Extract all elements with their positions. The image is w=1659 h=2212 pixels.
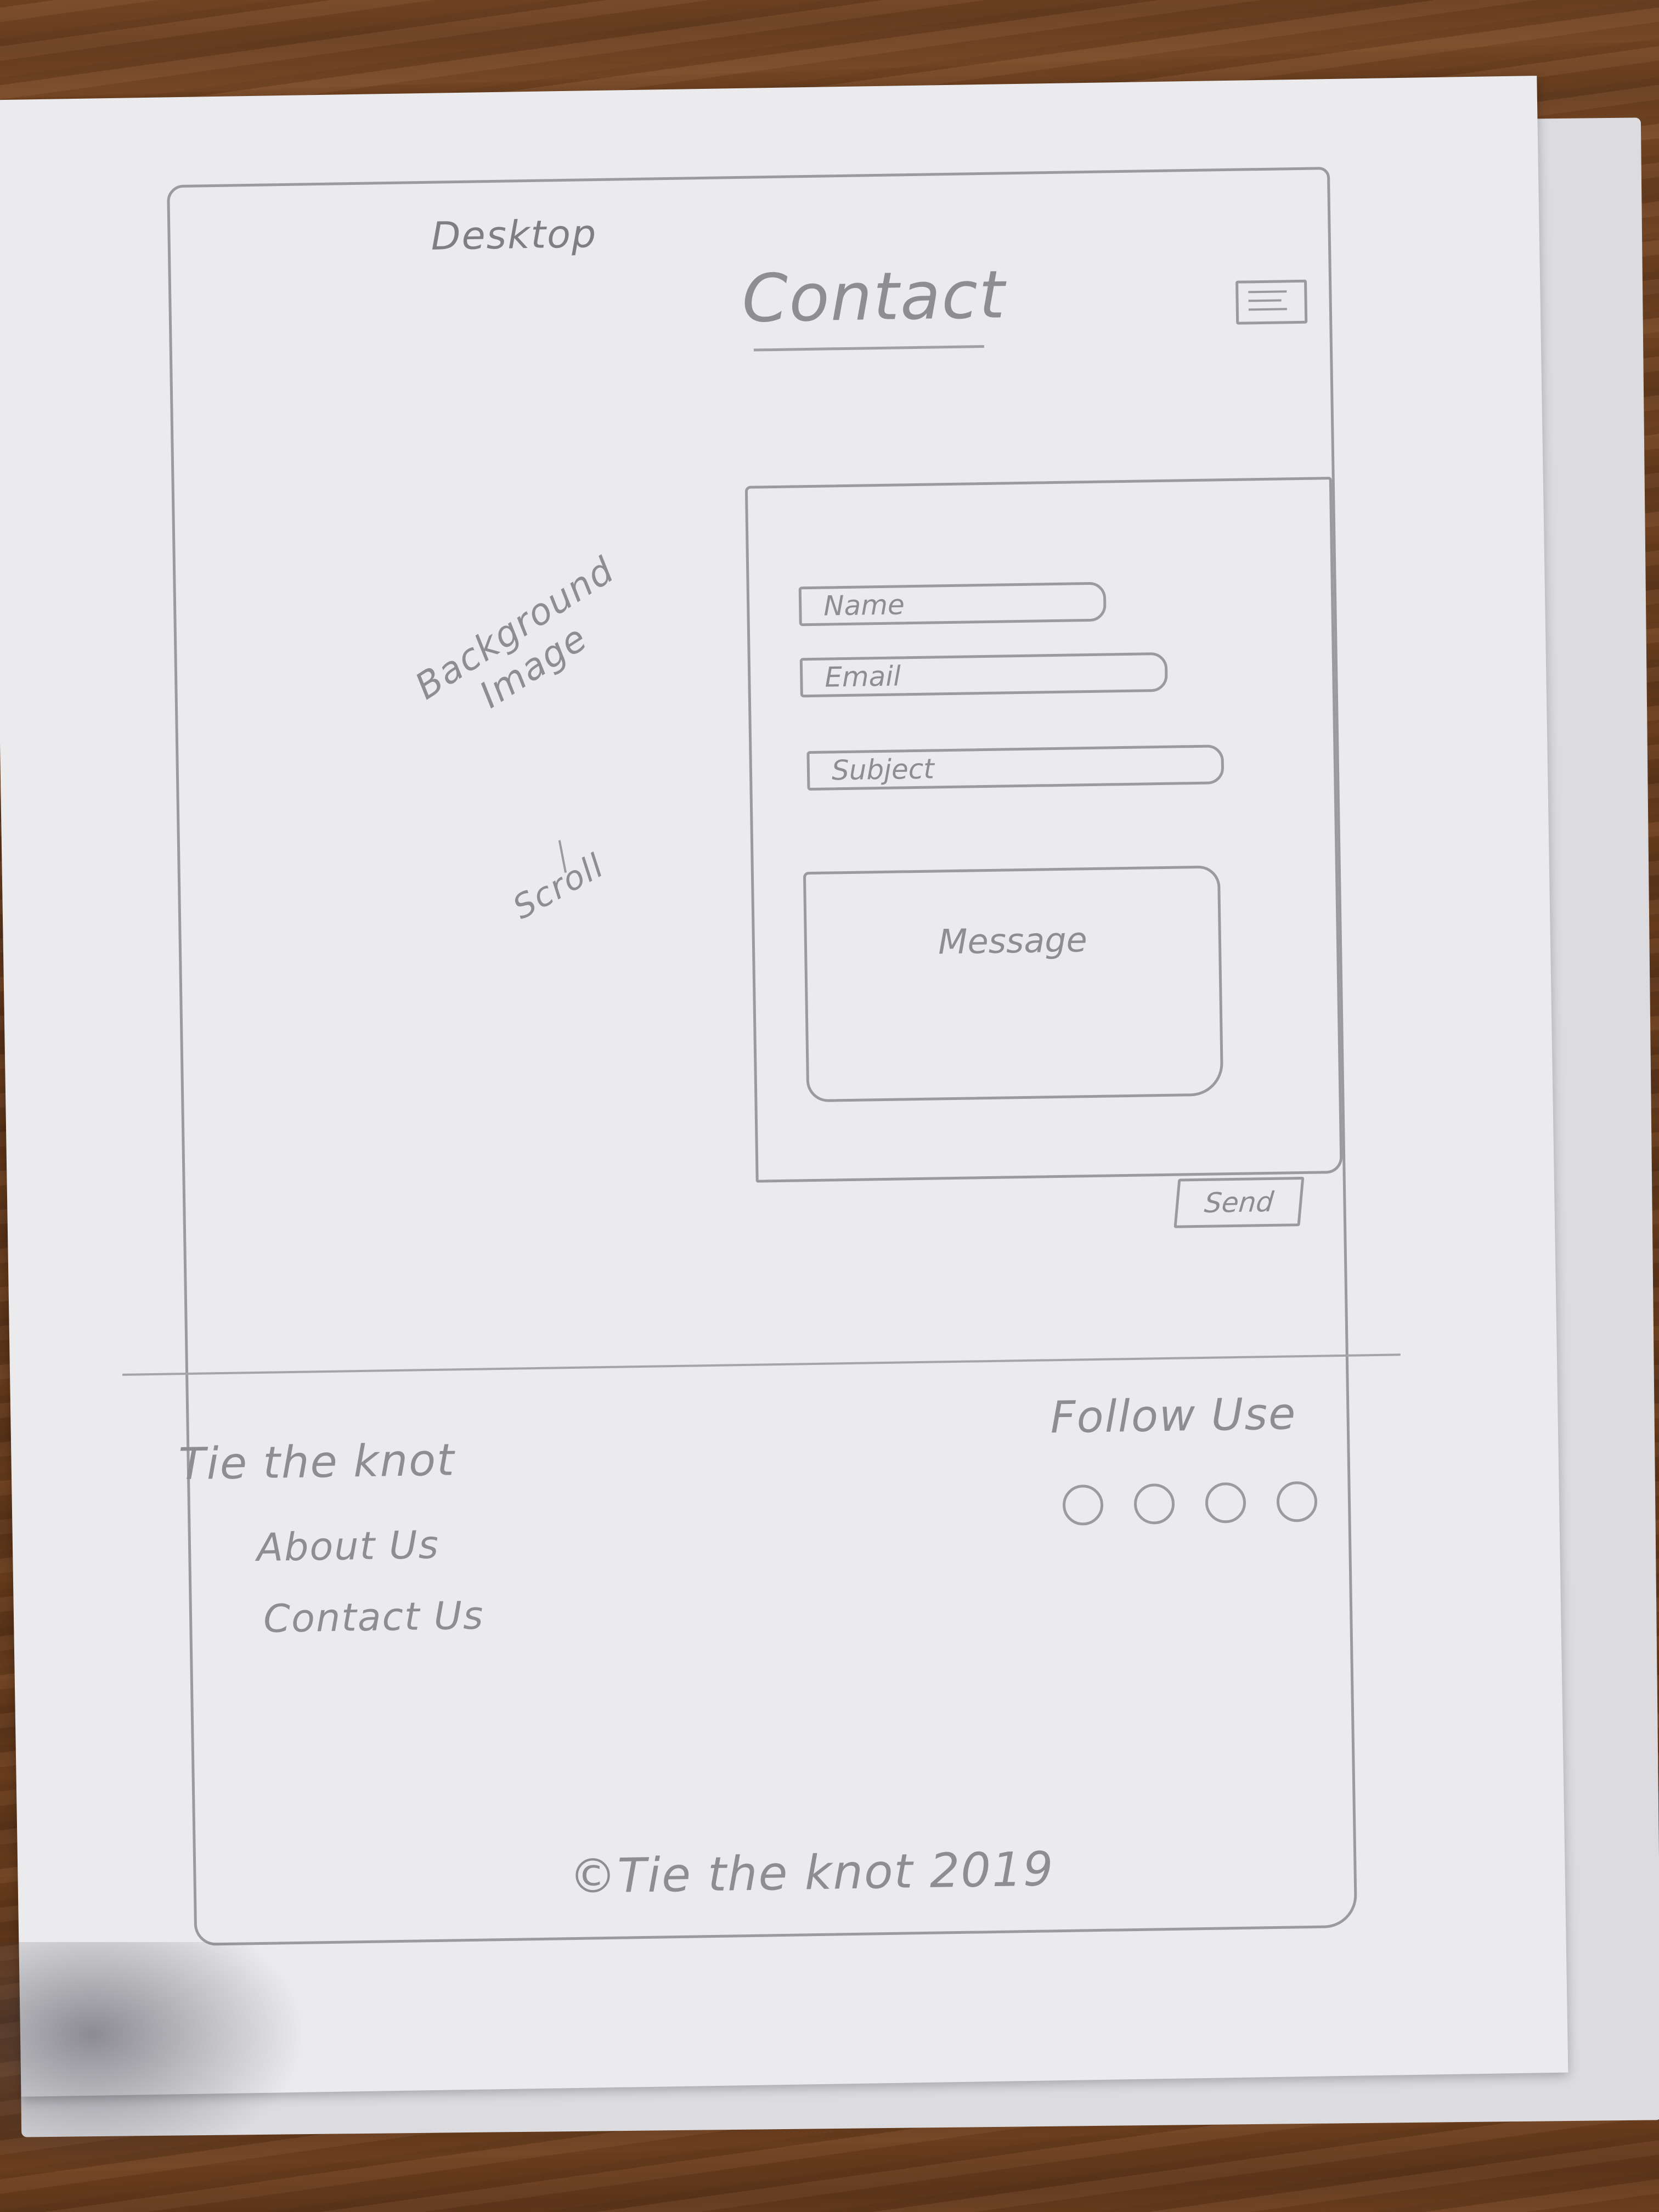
title-underline	[753, 345, 984, 352]
footer-brand: Tie the knot	[178, 1434, 456, 1490]
page-title: Contact	[741, 257, 1007, 337]
social-icon[interactable]	[1205, 1482, 1246, 1523]
contact-form: Send	[744, 477, 1343, 1228]
background-image-note: Background Image	[408, 549, 645, 743]
footer-divider	[122, 1353, 1401, 1376]
social-icons	[1062, 1480, 1370, 1529]
social-icon[interactable]	[1133, 1483, 1175, 1525]
name-input[interactable]	[798, 582, 1107, 627]
hamburger-menu-icon[interactable]	[1235, 279, 1308, 325]
footer-link-about-us[interactable]: About Us	[256, 1522, 439, 1570]
social-icon[interactable]	[1062, 1484, 1104, 1526]
email-input[interactable]	[799, 652, 1168, 698]
subject-input[interactable]	[806, 744, 1224, 791]
footer-link-contact-us[interactable]: Contact Us	[263, 1593, 484, 1641]
wireframe-page: Contact Background Image Scroll Send Tie…	[122, 167, 1401, 1946]
message-textarea[interactable]	[803, 865, 1224, 1103]
copyright-text: ©Tie the knot 2019	[568, 1842, 1055, 1905]
thumb-shadow	[0, 1942, 307, 2172]
follow-us-title: Follow Use	[1049, 1388, 1297, 1443]
send-button[interactable]: Send	[1173, 1176, 1305, 1228]
social-icon[interactable]	[1276, 1481, 1318, 1522]
scroll-note: Scroll	[506, 846, 611, 927]
sketch-paper: Desktop Contact Background Image Scroll …	[0, 76, 1568, 2097]
